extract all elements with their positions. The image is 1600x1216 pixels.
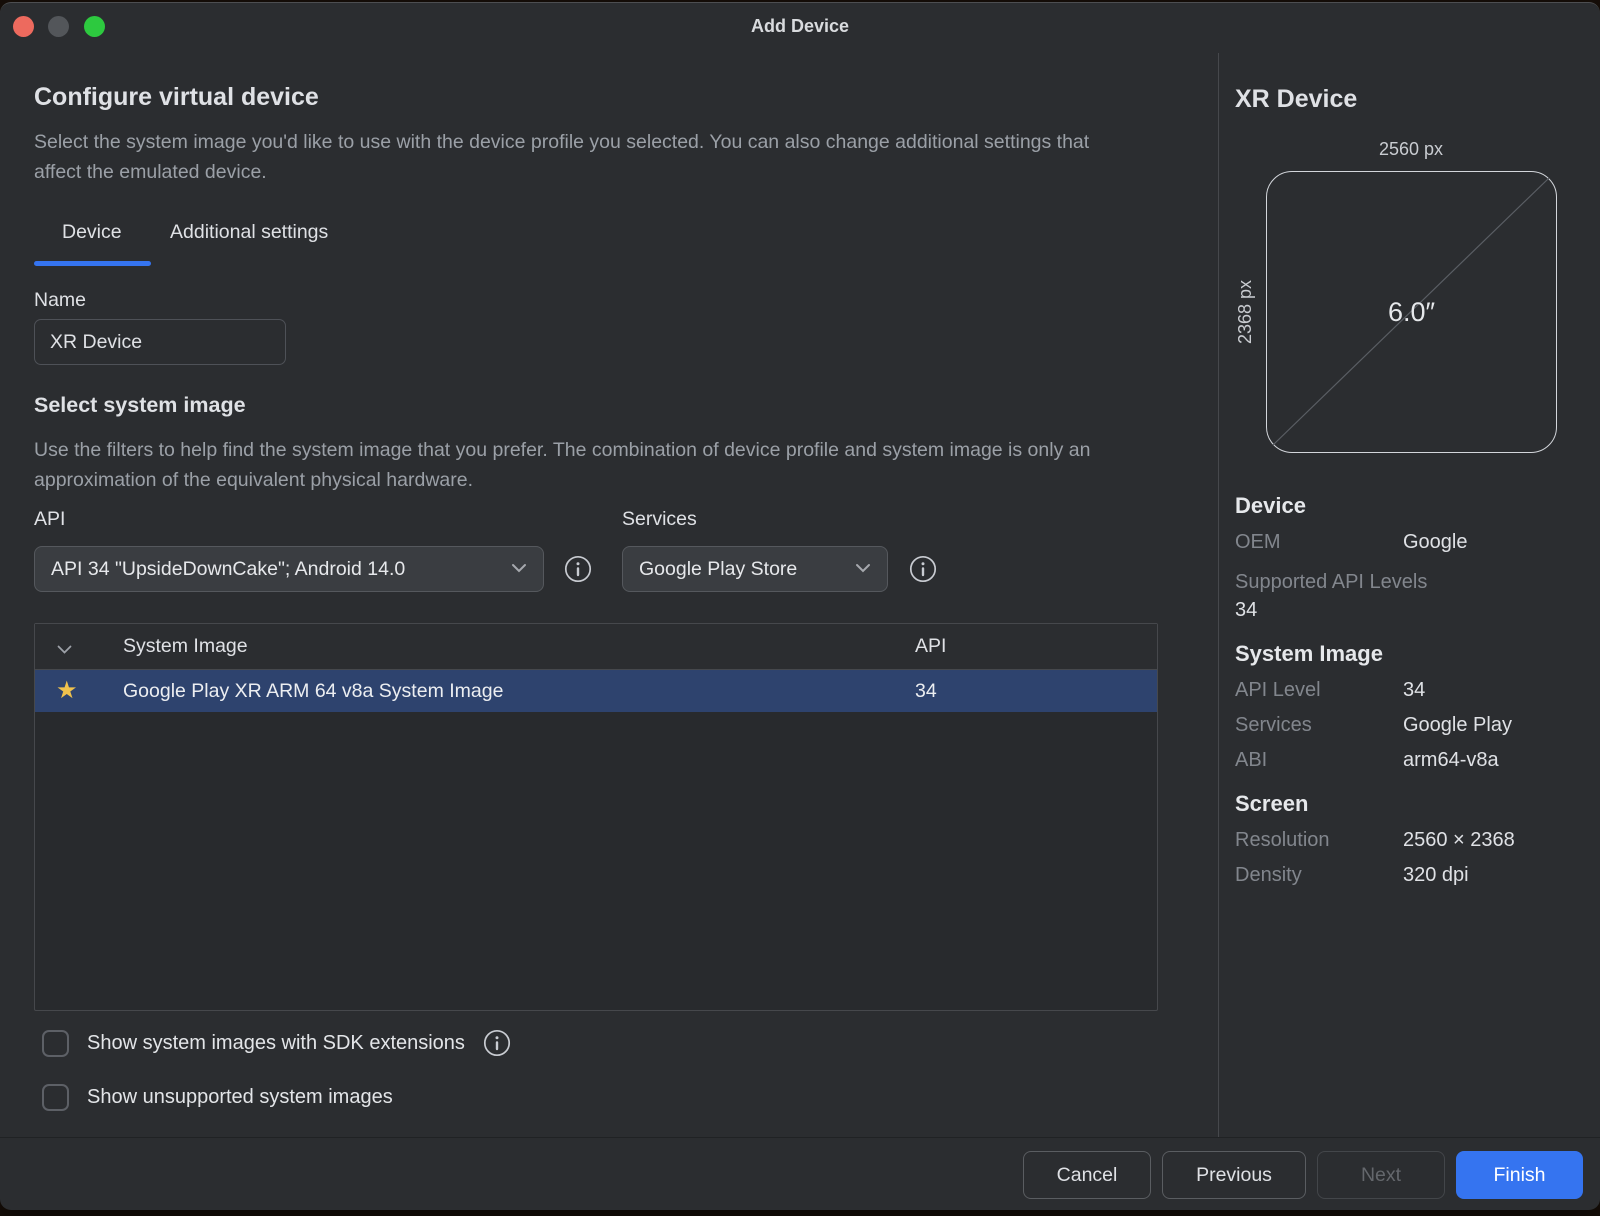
page-title: Configure virtual device <box>34 83 319 112</box>
chevron-down-icon <box>511 560 527 578</box>
table-row[interactable]: ★ Google Play XR ARM 64 v8a System Image… <box>35 670 1157 712</box>
services-label: Services <box>1235 714 1312 737</box>
add-device-dialog: Add Device Configure virtual device Sele… <box>0 2 1600 1210</box>
screen-section-heading: Screen <box>1235 791 1308 817</box>
api-select[interactable]: API 34 "UpsideDownCake"; Android 14.0 <box>34 546 544 592</box>
tab-device[interactable]: Device <box>62 221 122 244</box>
supported-api-levels-value: 34 <box>1235 599 1257 622</box>
panel-divider <box>1218 53 1219 1137</box>
table-header: System Image API <box>35 624 1157 670</box>
oem-label: OEM <box>1235 531 1281 554</box>
api-select-value: API 34 "UpsideDownCake"; Android 14.0 <box>51 558 405 581</box>
collapse-chevron-icon[interactable] <box>57 641 72 659</box>
column-header-api[interactable]: API <box>915 635 946 658</box>
title-bar: Add Device <box>0 3 1600 53</box>
system-image-table: System Image API ★ Google Play XR ARM 64… <box>34 623 1158 1011</box>
window-title: Add Device <box>0 16 1600 37</box>
next-button[interactable]: Next <box>1317 1151 1445 1199</box>
finish-button[interactable]: Finish <box>1456 1151 1583 1199</box>
unsupported-images-checkbox[interactable] <box>42 1084 69 1111</box>
footer-buttons: Cancel Previous Next Finish <box>1023 1151 1583 1199</box>
footer-divider <box>0 1137 1600 1138</box>
select-system-image-description: Use the filters to help find the system … <box>34 435 1114 495</box>
screen-diagram: 6.0″ <box>1266 171 1557 453</box>
density-value: 320 dpi <box>1403 864 1469 887</box>
services-filter-label: Services <box>622 508 697 531</box>
star-icon[interactable]: ★ <box>56 676 78 705</box>
screen-height-label: 2368 px <box>1235 212 1259 412</box>
services-value: Google Play <box>1403 714 1512 737</box>
screen-width-label: 2560 px <box>1311 139 1511 160</box>
unsupported-images-label: Show unsupported system images <box>87 1086 393 1109</box>
column-header-system-image[interactable]: System Image <box>123 635 248 658</box>
chevron-down-icon <box>855 560 871 578</box>
api-level-value: 34 <box>1403 679 1425 702</box>
device-section-heading: Device <box>1235 493 1306 519</box>
oem-value: Google <box>1403 531 1468 554</box>
select-system-image-heading: Select system image <box>34 393 246 418</box>
services-info-icon[interactable] <box>909 555 937 583</box>
system-image-section-heading: System Image <box>1235 641 1383 667</box>
sdk-extensions-checkbox[interactable] <box>42 1030 69 1057</box>
abi-value: arm64-v8a <box>1403 749 1499 772</box>
page-description: Select the system image you'd like to us… <box>34 127 1119 187</box>
services-select[interactable]: Google Play Store <box>622 546 888 592</box>
cancel-button[interactable]: Cancel <box>1023 1151 1151 1199</box>
device-name-input[interactable] <box>34 319 286 365</box>
sdk-extensions-info-icon[interactable] <box>483 1029 511 1057</box>
screen-diagonal-label: 6.0″ <box>1267 172 1556 452</box>
unsupported-images-row: Show unsupported system images <box>42 1083 393 1111</box>
resolution-value: 2560 × 2368 <box>1403 829 1515 852</box>
sdk-extensions-label: Show system images with SDK extensions <box>87 1032 465 1055</box>
sdk-extensions-row: Show system images with SDK extensions <box>42 1029 511 1057</box>
tab-additional-settings[interactable]: Additional settings <box>170 221 328 244</box>
system-image-cell: Google Play XR ARM 64 v8a System Image <box>123 680 503 703</box>
services-select-value: Google Play Store <box>639 558 797 581</box>
name-label: Name <box>34 289 86 312</box>
active-tab-indicator <box>34 261 151 266</box>
abi-label: ABI <box>1235 749 1267 772</box>
resolution-label: Resolution <box>1235 829 1330 852</box>
api-filter-label: API <box>34 508 65 531</box>
supported-api-levels-label: Supported API Levels <box>1235 571 1427 594</box>
device-panel-title: XR Device <box>1235 85 1357 114</box>
density-label: Density <box>1235 864 1302 887</box>
api-level-label: API Level <box>1235 679 1321 702</box>
api-cell: 34 <box>915 680 937 703</box>
previous-button[interactable]: Previous <box>1162 1151 1306 1199</box>
api-info-icon[interactable] <box>564 555 592 583</box>
